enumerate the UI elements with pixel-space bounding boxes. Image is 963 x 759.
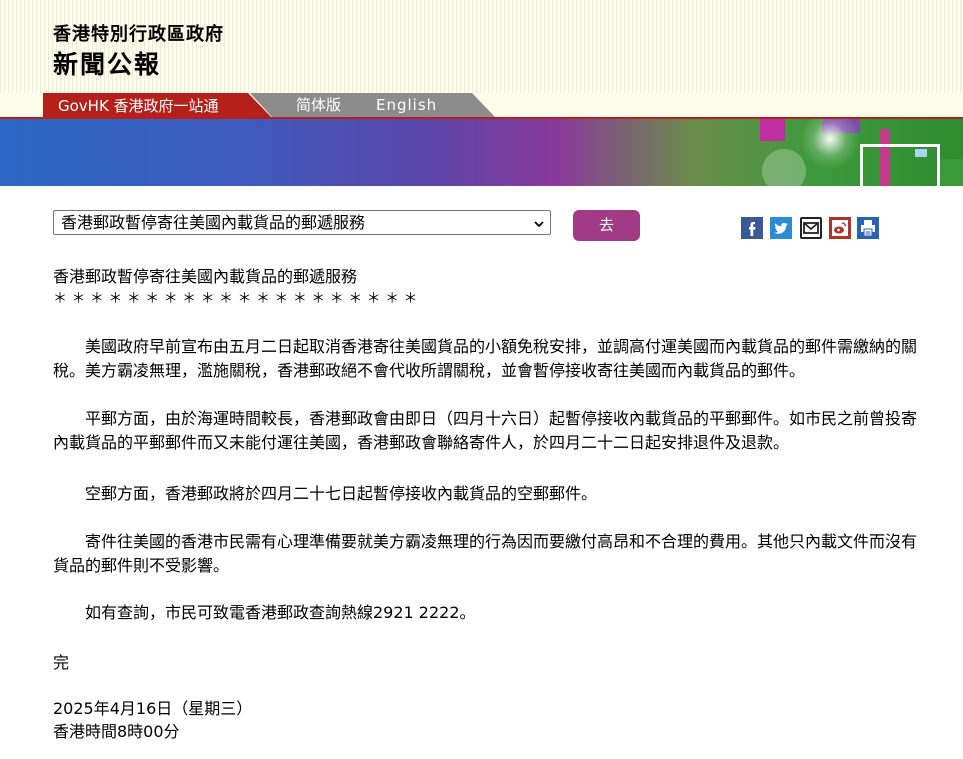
govhk-link[interactable]: GovHK 香港政府一站通 — [43, 93, 273, 119]
page-title: 新聞公報 — [53, 50, 162, 79]
paragraph: 平郵方面，由於海運時間較長，香港郵政會由即日（四月十六日）起暫停接收內載貨品的平… — [53, 409, 918, 452]
press-release-select[interactable]: 香港郵政暫停寄往美國內載貨品的郵遞服務 — [53, 210, 551, 235]
language-bar — [250, 93, 495, 117]
banner-decoration — [760, 119, 785, 141]
banner-glow — [800, 119, 860, 169]
press-release-body: 香港郵政暫停寄往美國內載貨品的郵遞服務 ＊ ＊ ＊ ＊ ＊ ＊ ＊ ＊ ＊ ＊ … — [53, 265, 923, 741]
release-date: 2025年4月16日（星期三） — [53, 699, 253, 718]
paragraph: 美國政府早前宣布由五月二日起取消香港寄往美國貨品的小額免稅安排，並調高付運美國而… — [53, 337, 918, 380]
chevron-down-icon — [534, 221, 544, 228]
simplified-chinese-link[interactable]: 简体版 — [296, 93, 341, 117]
header-banner — [0, 119, 963, 186]
government-name: 香港特別行政區政府 — [53, 24, 224, 45]
selected-press-release: 香港郵政暫停寄往美國內載貨品的郵遞服務 — [61, 213, 366, 232]
print-icon[interactable] — [857, 217, 879, 239]
facebook-icon[interactable] — [741, 217, 763, 239]
banner-decoration — [860, 144, 940, 186]
article-heading: 香港郵政暫停寄往美國內載貨品的郵遞服務 — [53, 267, 358, 286]
banner-decoration — [915, 149, 927, 157]
banner-decoration — [762, 149, 806, 186]
banner-decoration — [940, 159, 963, 186]
top-nav: GovHK 香港政府一站通 简体版 English — [0, 93, 963, 119]
paragraph: 寄件往美國的香港市民需有心理準備要就美方霸凌無理的行為因而要繳付高昂和不合理的費… — [53, 532, 918, 575]
weibo-icon[interactable] — [829, 217, 851, 239]
email-icon[interactable] — [800, 217, 822, 239]
english-link[interactable]: English — [376, 93, 437, 117]
heading-separator: ＊ ＊ ＊ ＊ ＊ ＊ ＊ ＊ ＊ ＊ ＊ ＊ ＊ ＊ ＊ ＊ ＊ ＊ ＊ ＊ — [53, 291, 418, 307]
paragraph: 如有查詢，市民可致電香港郵政查詢熱線2921 2222。 — [85, 603, 476, 622]
end-marker: 完 — [53, 653, 70, 672]
paragraph: 空郵方面，香港郵政將於四月二十七日起暫停接收內載貨品的空郵郵件。 — [85, 484, 598, 503]
twitter-icon[interactable] — [770, 217, 792, 239]
masthead: 香港特別行政區政府 新聞公報 — [0, 0, 963, 93]
release-time: 香港時間8時00分 — [53, 722, 180, 741]
go-button[interactable]: 去 — [573, 210, 640, 241]
